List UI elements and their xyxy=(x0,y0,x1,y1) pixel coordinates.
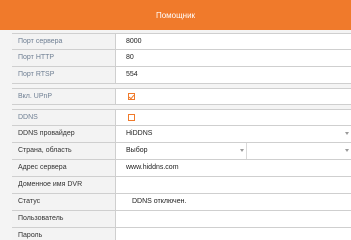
http-port-row: Порт HTTP 80 xyxy=(12,50,351,67)
password-row: Пароль xyxy=(12,228,351,240)
ddns-provider-value: HiDDNS xyxy=(126,130,153,137)
ddns-provider-label: DDNS провайдер xyxy=(12,126,116,142)
ddns-provider-select[interactable]: HiDDNS xyxy=(116,126,351,142)
ddns-checkbox[interactable] xyxy=(128,114,135,121)
status-label: Статус xyxy=(12,194,116,210)
domain-name-row: Доменное имя DVR xyxy=(12,177,351,194)
chevron-down-icon xyxy=(240,149,244,152)
server-address-label: Адрес сервера xyxy=(12,160,116,176)
ddns-provider-row: DDNS провайдер HiDDNS xyxy=(12,126,351,143)
http-port-input[interactable]: 80 xyxy=(116,50,351,66)
country-select[interactable]: Выбор xyxy=(116,143,246,159)
password-input[interactable] xyxy=(116,228,351,240)
http-port-label: Порт HTTP xyxy=(12,50,116,66)
country-region-row: Страна, область Выбор xyxy=(12,143,351,160)
password-label: Пароль xyxy=(12,228,116,240)
country-region-cell: Выбор xyxy=(116,143,351,159)
server-port-input[interactable]: 8000 xyxy=(116,34,351,49)
rtsp-port-label: Порт RTSP xyxy=(12,67,116,83)
upnp-checkbox[interactable] xyxy=(128,93,135,100)
rtsp-port-row: Порт RTSP 554 xyxy=(12,67,351,84)
region-select[interactable] xyxy=(247,143,351,159)
window-title: Помощник xyxy=(0,0,351,30)
ddns-label: DDNS xyxy=(12,110,116,125)
domain-name-label: Доменное имя DVR xyxy=(12,177,116,193)
country-region-label: Страна, область xyxy=(12,143,116,159)
user-row: Пользователь xyxy=(12,211,351,228)
status-row: Статус DDNS отключен. xyxy=(12,194,351,211)
chevron-down-icon xyxy=(345,149,349,152)
chevron-down-icon xyxy=(345,132,349,135)
setup-wizard-window: Помощник Порт сервера 8000 Порт HTTP 80 … xyxy=(0,0,351,240)
server-address-row: Адрес сервера www.hiddns.com xyxy=(12,160,351,177)
server-port-label: Порт сервера xyxy=(12,34,116,49)
server-address-input[interactable]: www.hiddns.com xyxy=(116,160,351,176)
rtsp-port-input[interactable]: 554 xyxy=(116,67,351,83)
domain-name-input[interactable] xyxy=(116,177,351,193)
user-label: Пользователь xyxy=(12,211,116,227)
country-select-value: Выбор xyxy=(126,147,148,154)
network-form: Порт сервера 8000 Порт HTTP 80 Порт RTSP… xyxy=(12,33,351,240)
status-value: DDNS отключен. xyxy=(116,194,351,210)
upnp-cell xyxy=(116,89,351,104)
server-port-row: Порт сервера 8000 xyxy=(12,33,351,50)
ddns-row: DDNS xyxy=(12,109,351,126)
user-input[interactable] xyxy=(116,211,351,227)
upnp-label: Вкл. UPnP xyxy=(12,89,116,104)
ddns-cell xyxy=(116,110,351,125)
upnp-row: Вкл. UPnP xyxy=(12,88,351,105)
